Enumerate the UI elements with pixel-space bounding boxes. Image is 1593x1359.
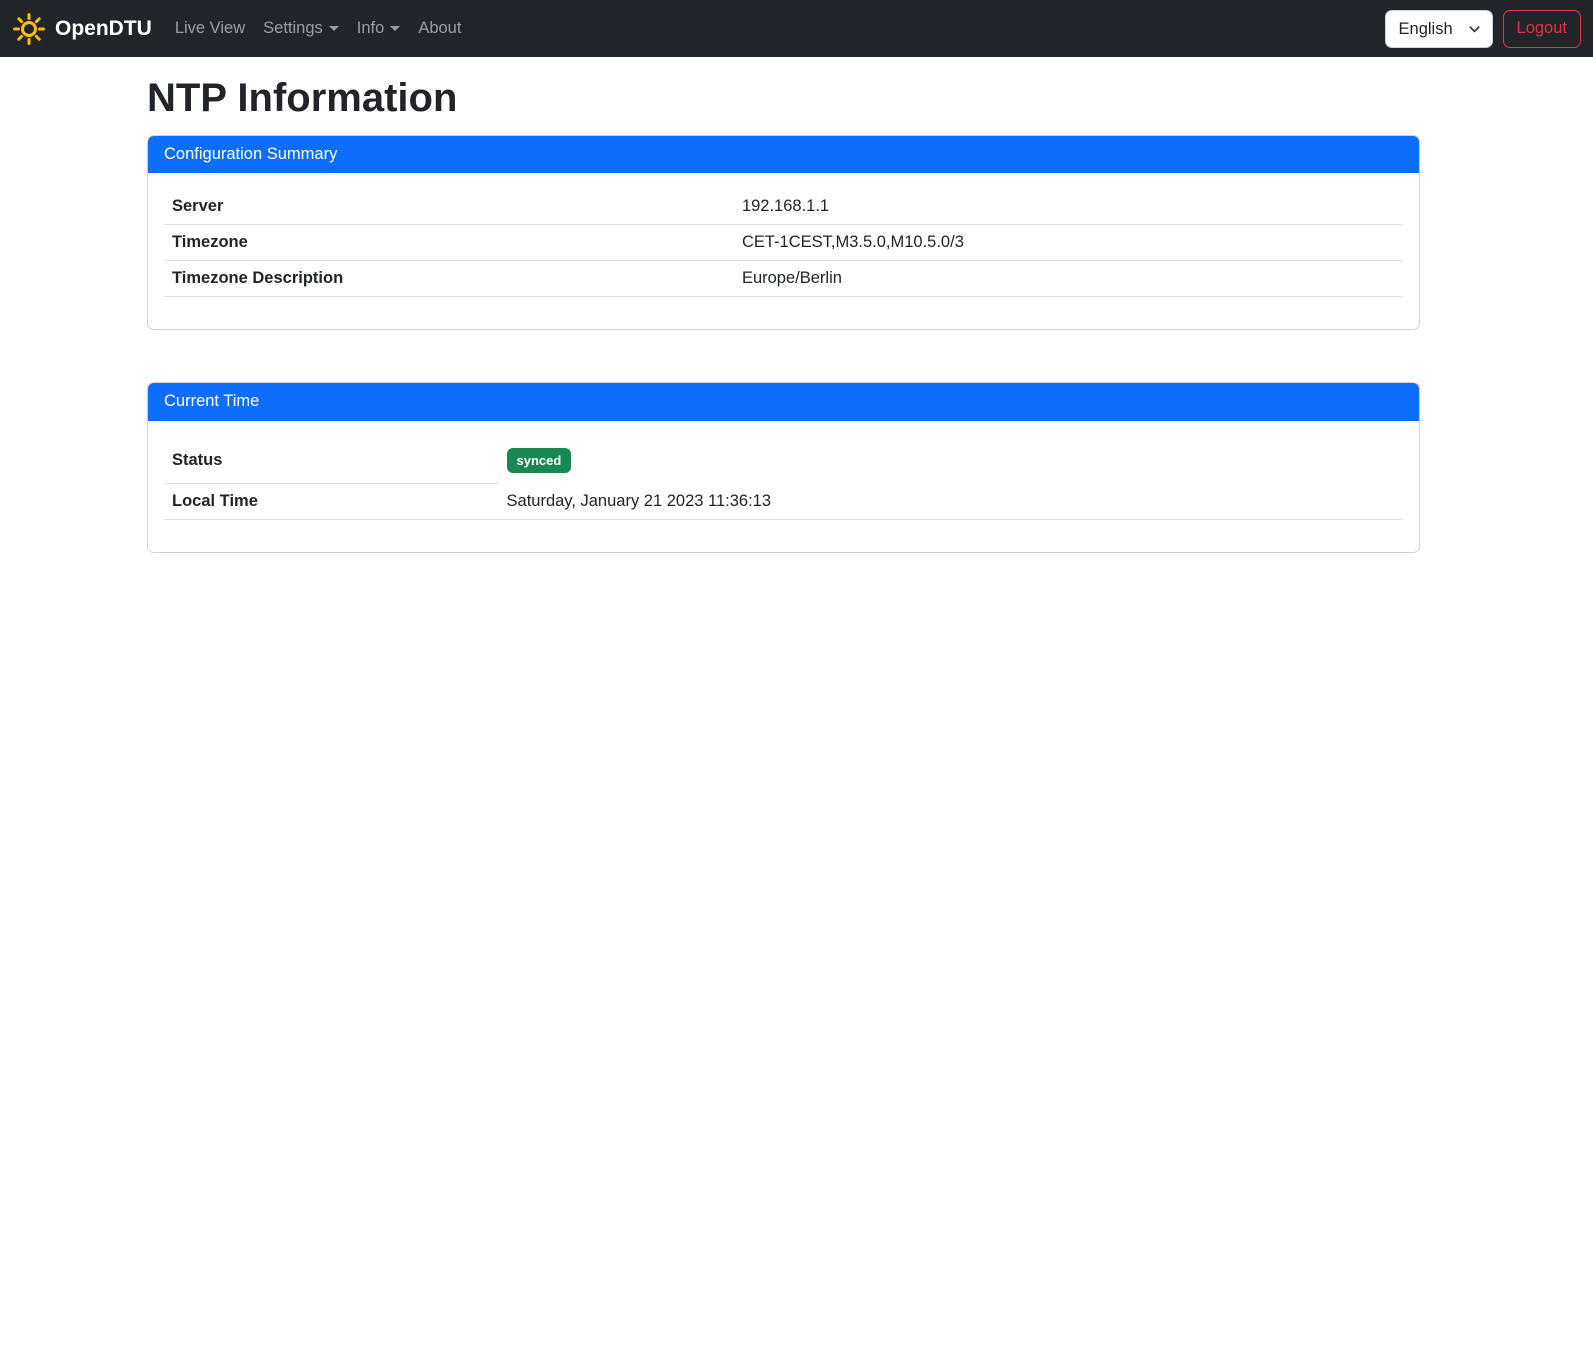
nav-item-label: About [418, 19, 461, 38]
row-value-timezone: CET-1CEST,M3.5.0,M10.5.0/3 [734, 225, 1403, 261]
card-header-configuration-summary: Configuration Summary [148, 136, 1419, 173]
configuration-summary-card: Configuration Summary Server 192.168.1.1… [147, 135, 1420, 330]
row-value-local-time: Saturday, January 21 2023 11:36:13 [499, 484, 1403, 520]
row-label-status: Status [164, 437, 499, 484]
nav-item-label: Info [357, 19, 385, 38]
nav-item-settings[interactable]: Settings [254, 11, 348, 46]
nav-item-info[interactable]: Info [348, 11, 410, 46]
nav-item-label: Settings [263, 19, 323, 38]
logout-button[interactable]: Logout [1503, 10, 1581, 48]
row-value-server: 192.168.1.1 [734, 189, 1403, 225]
brand-label: OpenDTU [55, 17, 152, 41]
row-value-timezone-description: Europe/Berlin [734, 261, 1403, 297]
row-label-local-time: Local Time [164, 484, 499, 520]
table-row: Timezone Description Europe/Berlin [164, 261, 1403, 297]
current-time-card: Current Time Status synced Local Time Sa… [147, 382, 1420, 553]
main-content: NTP Information Configuration Summary Se… [147, 57, 1420, 553]
nav-item-live-view[interactable]: Live View [166, 11, 254, 46]
nav-item-label: Live View [175, 19, 245, 38]
configuration-summary-table: Server 192.168.1.1 Timezone CET-1CEST,M3… [164, 189, 1403, 297]
row-label-server: Server [164, 189, 734, 225]
card-body: Status synced Local Time Saturday, Janua… [148, 421, 1419, 553]
nav-item-about[interactable]: About [409, 11, 470, 46]
status-badge: synced [507, 448, 572, 473]
current-time-table: Status synced Local Time Saturday, Janua… [164, 437, 1403, 521]
nav-links: Live View Settings Info About [166, 11, 471, 46]
table-row: Local Time Saturday, January 21 2023 11:… [164, 484, 1403, 520]
table-row: Server 192.168.1.1 [164, 189, 1403, 225]
row-value-status: synced [499, 437, 1403, 484]
language-select[interactable]: English [1385, 10, 1493, 48]
page-title: NTP Information [147, 74, 1420, 122]
sun-icon [12, 12, 46, 46]
table-row: Status synced [164, 437, 1403, 484]
row-label-timezone: Timezone [164, 225, 734, 261]
caret-down-icon [390, 26, 400, 31]
table-row: Timezone CET-1CEST,M3.5.0,M10.5.0/3 [164, 225, 1403, 261]
card-body: Server 192.168.1.1 Timezone CET-1CEST,M3… [148, 173, 1419, 329]
language-select-wrap: English [1385, 10, 1493, 48]
brand-link[interactable]: OpenDTU [12, 12, 152, 46]
top-navbar: OpenDTU Live View Settings Info About En… [0, 0, 1593, 57]
caret-down-icon [329, 26, 339, 31]
card-header-current-time: Current Time [148, 383, 1419, 420]
navbar-right-controls: English Logout [1385, 10, 1581, 48]
row-label-timezone-description: Timezone Description [164, 261, 734, 297]
